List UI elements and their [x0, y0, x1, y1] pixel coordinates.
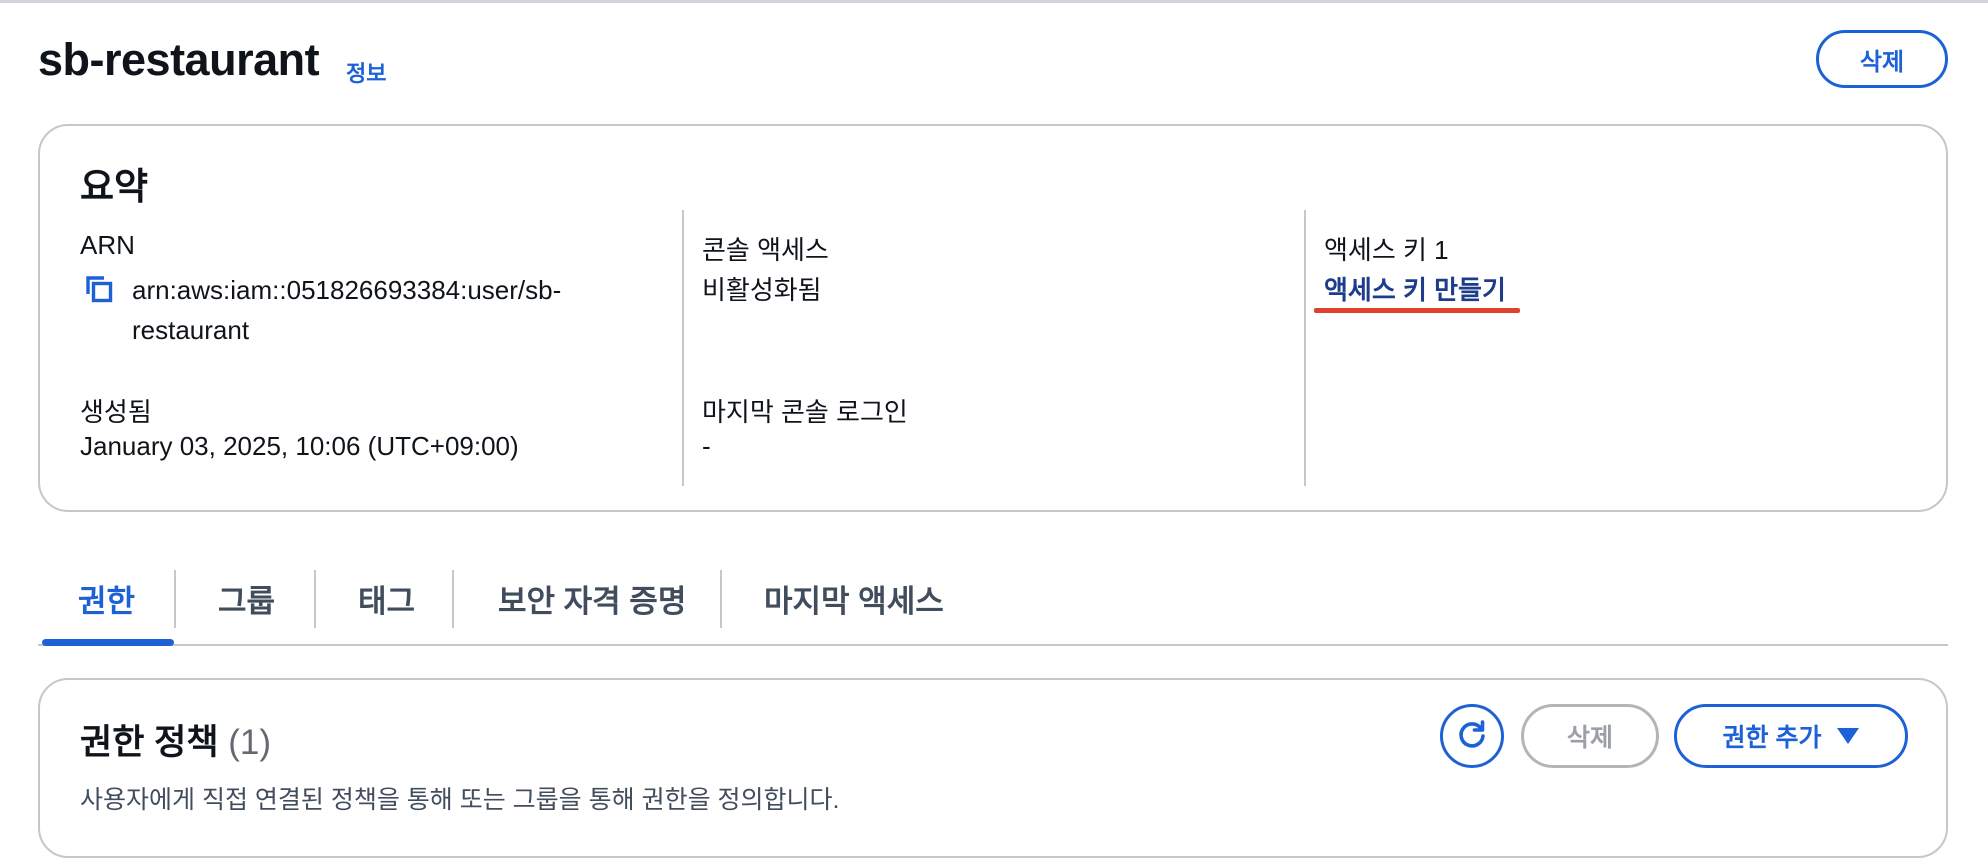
access-key-label: 액세스 키 1: [1324, 235, 1449, 265]
refresh-button[interactable]: [1440, 704, 1504, 768]
delete-policy-button[interactable]: 삭제: [1521, 704, 1659, 768]
column-divider-2: [1304, 210, 1306, 486]
console-access-label: 콘솔 액세스: [702, 235, 829, 265]
permissions-policies-title: 권한 정책 (1): [80, 714, 271, 765]
tab-groups[interactable]: 그룹: [218, 576, 275, 630]
tab-tags[interactable]: 태그: [358, 576, 415, 630]
tab-separator: [174, 570, 176, 628]
created-value: January 03, 2025, 10:06 (UTC+09:00): [80, 431, 519, 461]
copy-icon[interactable]: [84, 274, 114, 304]
policies-count: (1): [228, 723, 272, 762]
tab-baseline: [38, 644, 1948, 646]
tab-separator: [314, 570, 316, 628]
last-console-login-value: -: [702, 431, 711, 461]
page-title: sb-restaurant: [38, 34, 320, 85]
summary-heading: 요약: [80, 166, 149, 207]
delete-user-button[interactable]: 삭제: [1816, 30, 1948, 88]
arn-label: ARN: [80, 230, 135, 260]
refresh-icon: [1459, 720, 1485, 748]
tab-security-credentials[interactable]: 보안 자격 증명: [498, 576, 686, 630]
tab-separator: [720, 570, 722, 628]
summary-card: 요약 ARN arn:aws:iam::051826693384:user/sb…: [38, 124, 1948, 512]
tab-separator: [452, 570, 454, 628]
add-permissions-label: 권한 추가: [1722, 724, 1822, 752]
created-label: 생성됨: [80, 397, 152, 427]
arn-value-line2: restaurant: [132, 315, 250, 345]
page-header: sb-restaurant 정보 삭제: [38, 30, 1948, 100]
info-link[interactable]: 정보: [346, 56, 386, 88]
tab-last-accessed[interactable]: 마지막 액세스: [764, 576, 944, 630]
highlight-underline: [1314, 308, 1520, 313]
add-permissions-button[interactable]: 권한 추가: [1674, 704, 1908, 768]
arn-value-line1: arn:aws:iam::051826693384:user/sb-: [132, 275, 562, 305]
tab-permissions[interactable]: 권한: [78, 576, 135, 630]
active-tab-indicator: [42, 639, 174, 646]
caret-down-icon: [1837, 728, 1860, 744]
policies-description: 사용자에게 직접 연결된 정책을 통해 또는 그룹을 통해 권한을 정의합니다.: [80, 786, 840, 814]
console-access-value: 비활성화됨: [702, 275, 822, 305]
column-divider-1: [682, 210, 684, 486]
top-rule: [0, 0, 1988, 3]
policies-title-text: 권한 정책: [80, 723, 219, 762]
last-console-login-label: 마지막 콘솔 로그인: [702, 397, 908, 427]
tab-bar: 권한 그룹 태그 보안 자격 증명 마지막 액세스: [38, 560, 1948, 646]
permissions-policies-card: 권한 정책 (1) 사용자에게 직접 연결된 정책을 통해 또는 그룹을 통해 …: [38, 678, 1948, 858]
create-access-key-link[interactable]: 액세스 키 만들기: [1324, 270, 1506, 307]
